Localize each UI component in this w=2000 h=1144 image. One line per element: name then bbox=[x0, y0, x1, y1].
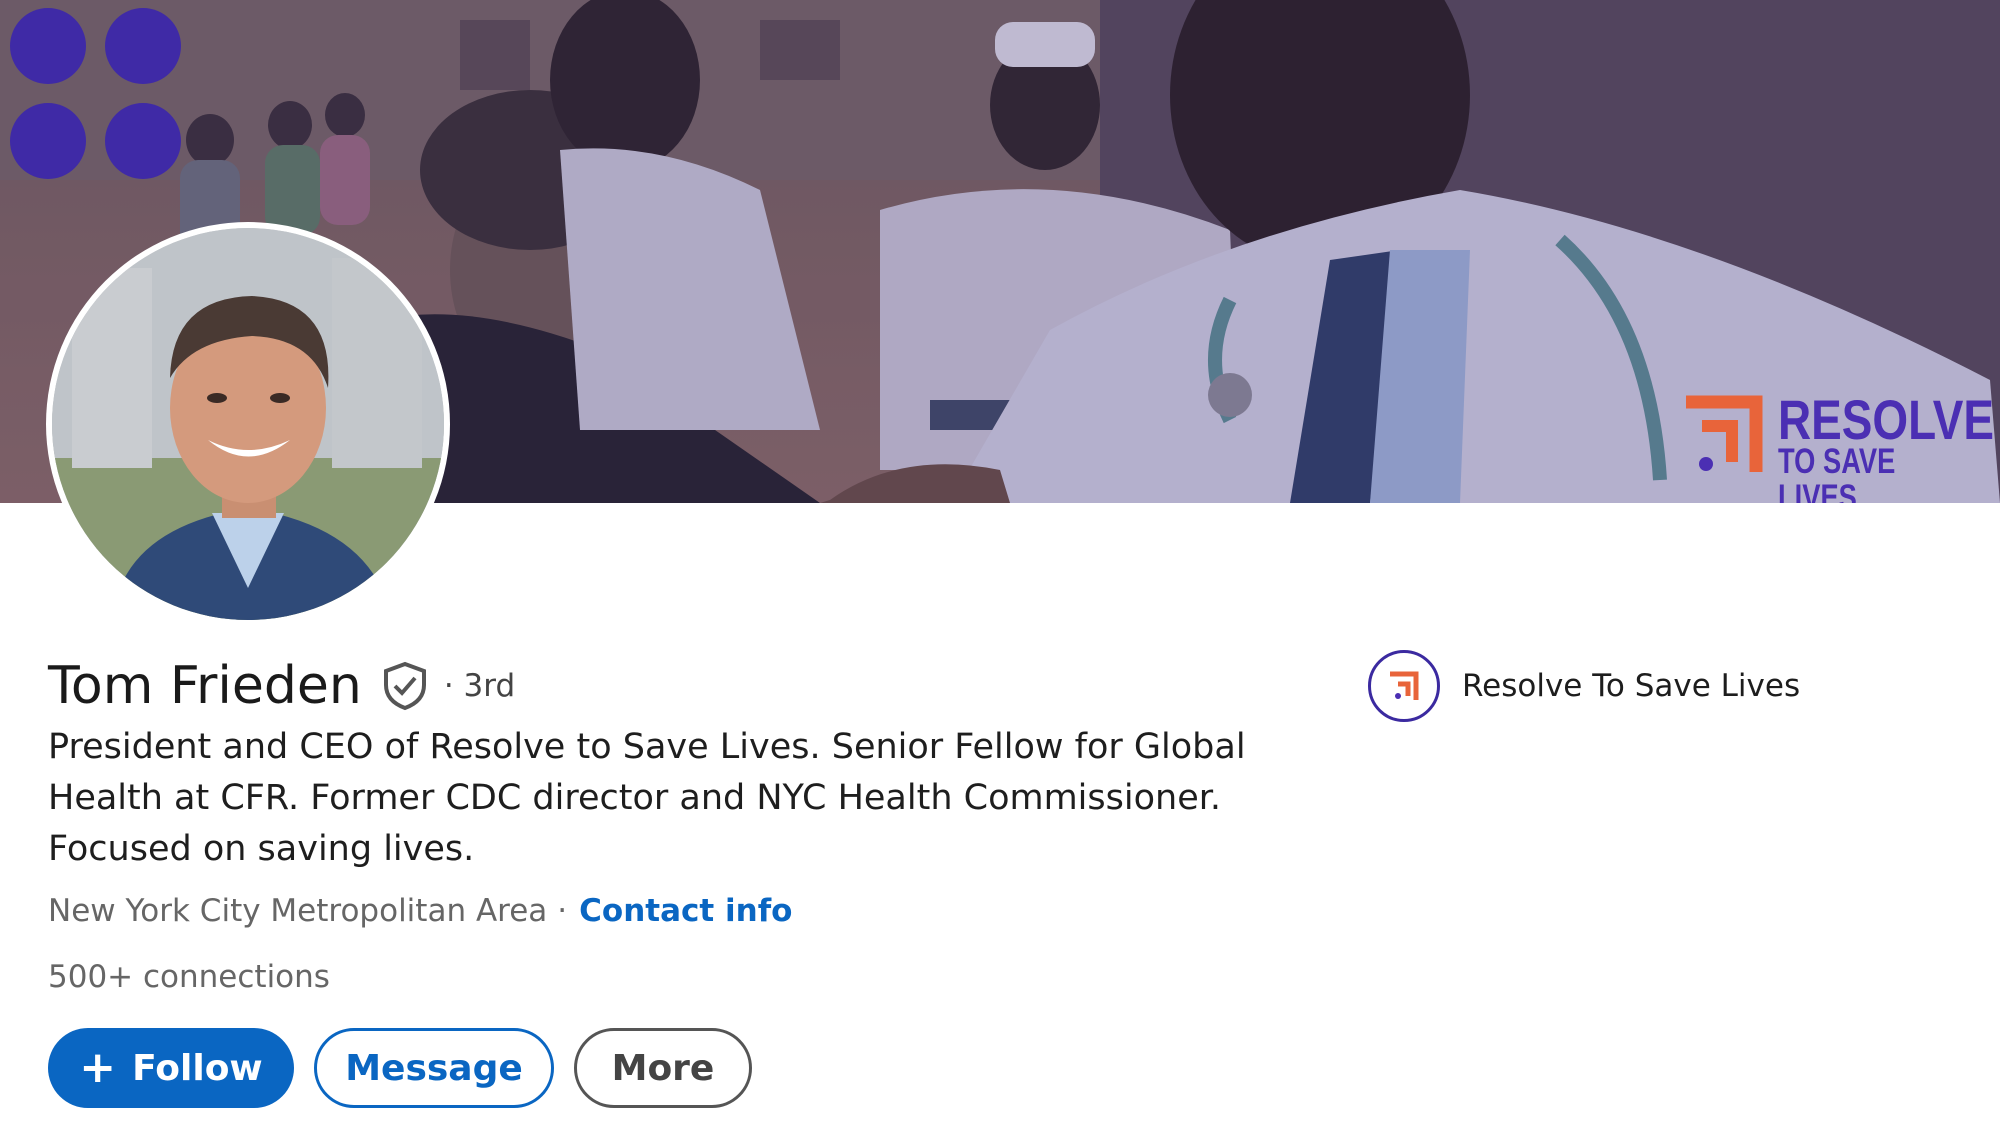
banner-logo-line1: RESOLVE bbox=[1778, 388, 1995, 451]
connections-count: 500+ connections bbox=[48, 959, 330, 995]
follow-button[interactable]: + Follow bbox=[48, 1028, 294, 1108]
current-company[interactable]: Resolve To Save Lives bbox=[1368, 650, 1800, 722]
follow-label: Follow bbox=[132, 1047, 263, 1089]
resolve-to-save-lives-banner-logo: RESOLVE TO SAVE LIVES bbox=[1680, 392, 1994, 503]
profile-name: Tom Frieden bbox=[48, 656, 362, 716]
message-label: Message bbox=[345, 1047, 523, 1089]
name-row: Tom Frieden · 3rd bbox=[48, 654, 515, 718]
brand-dots-graphic bbox=[10, 8, 185, 183]
profile-actions: + Follow Message More bbox=[48, 1028, 752, 1108]
shield-check-icon[interactable] bbox=[382, 661, 428, 711]
company-name: Resolve To Save Lives bbox=[1462, 668, 1801, 704]
connection-degree: · 3rd bbox=[443, 668, 516, 704]
rtsl-company-icon bbox=[1390, 671, 1419, 700]
message-button[interactable]: Message bbox=[314, 1028, 554, 1108]
more-button[interactable]: More bbox=[574, 1028, 752, 1108]
more-label: More bbox=[611, 1047, 715, 1089]
profile-location: New York City Metropolitan Area bbox=[48, 893, 548, 929]
plus-icon: + bbox=[79, 1042, 117, 1093]
rtsl-mark-icon bbox=[1686, 395, 1763, 472]
company-logo bbox=[1368, 650, 1440, 722]
contact-info-link[interactable]: Contact info bbox=[579, 893, 792, 929]
separator-dot: · bbox=[557, 893, 568, 929]
avatar-photo bbox=[52, 228, 444, 620]
profile-avatar[interactable] bbox=[46, 222, 450, 626]
banner-logo-line2: TO SAVE LIVES bbox=[1778, 442, 1896, 504]
profile-headline: President and CEO of Resolve to Save Liv… bbox=[48, 727, 1246, 869]
location-row: New York City Metropolitan Area · Contac… bbox=[48, 893, 792, 929]
